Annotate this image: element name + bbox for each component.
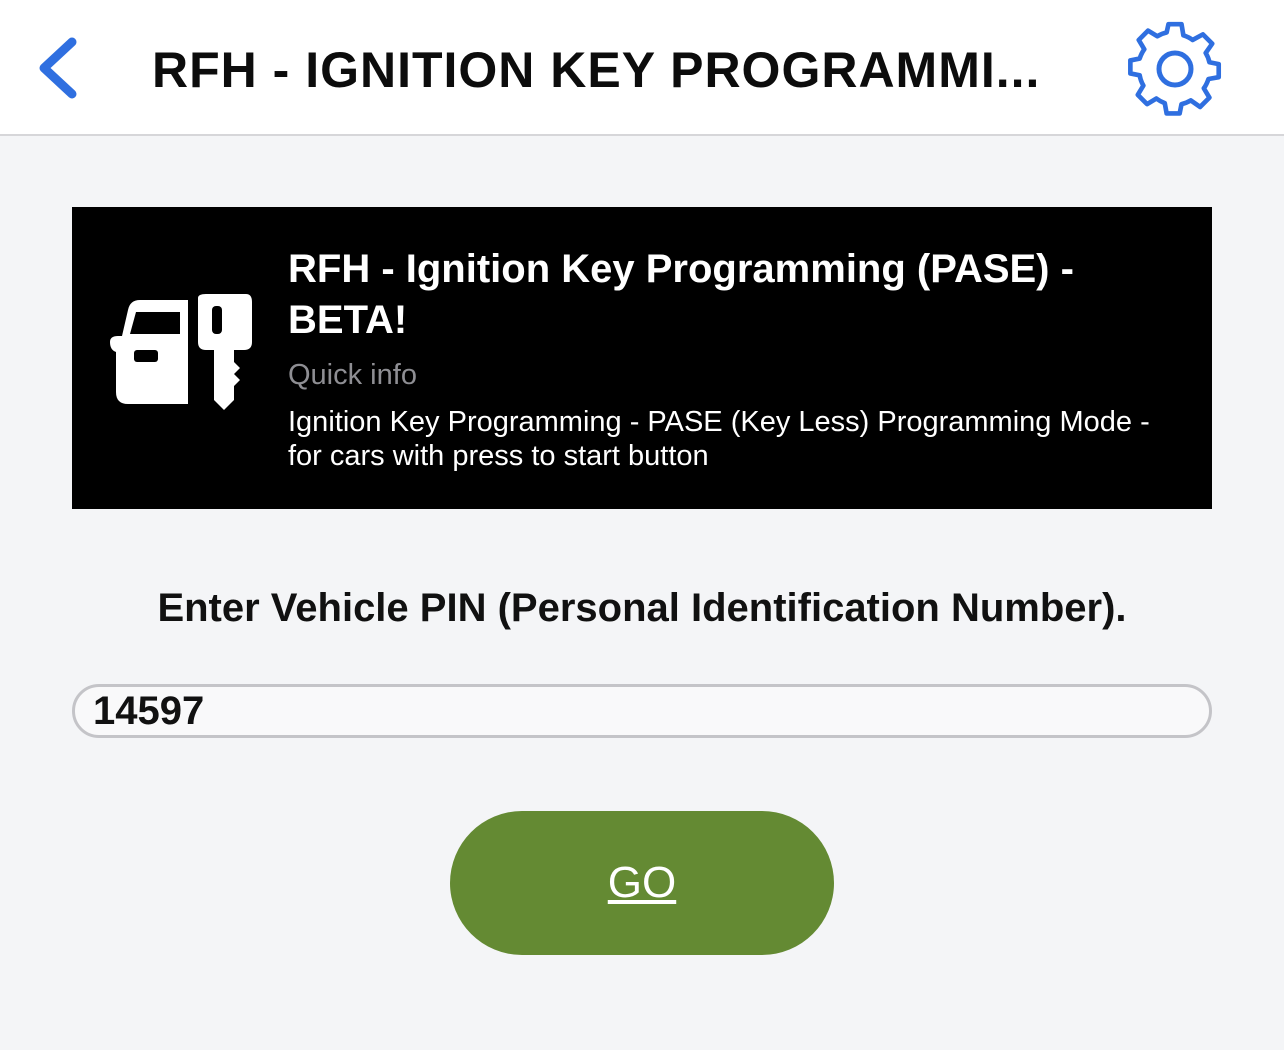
top-nav-bar: RFH - IGNITION KEY PROGRAMMI... — [0, 0, 1284, 136]
gear-icon — [1128, 21, 1222, 116]
card-subtitle: Quick info — [288, 359, 417, 391]
pin-prompt-label: Enter Vehicle PIN (Personal Identificati… — [157, 586, 1127, 630]
pin-input[interactable] — [72, 684, 1212, 738]
card-description: Ignition Key Programming - PASE (Key Les… — [288, 406, 1150, 472]
settings-button[interactable] — [1124, 18, 1226, 120]
chevron-left-icon — [39, 37, 77, 99]
go-button[interactable]: GO — [450, 811, 834, 955]
back-button[interactable] — [30, 30, 90, 106]
page-title: RFH - IGNITION KEY PROGRAMMI... — [152, 42, 1041, 98]
car-key-icon — [110, 294, 252, 410]
card-title: RFH - Ignition Key Programming (PASE) - … — [288, 247, 1074, 342]
